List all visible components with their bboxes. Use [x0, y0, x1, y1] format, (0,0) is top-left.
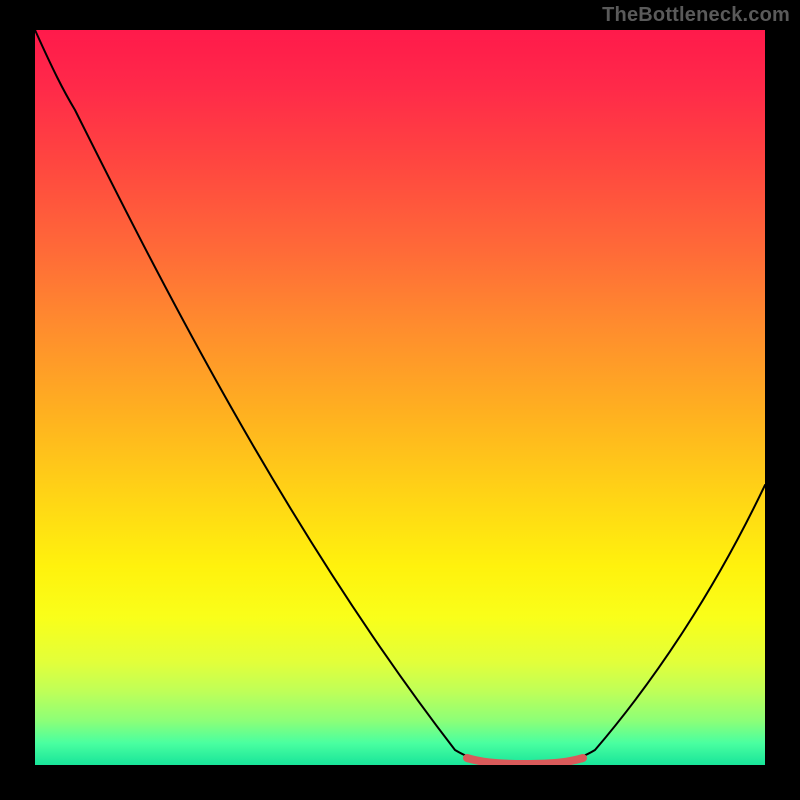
- plot-area: [35, 30, 765, 765]
- bottleneck-curve: [35, 30, 765, 763]
- watermark-text: TheBottleneck.com: [602, 4, 790, 27]
- curve-layer: [35, 30, 765, 765]
- chart-frame: TheBottleneck.com: [0, 0, 800, 800]
- flat-bottom-highlight: [467, 758, 583, 764]
